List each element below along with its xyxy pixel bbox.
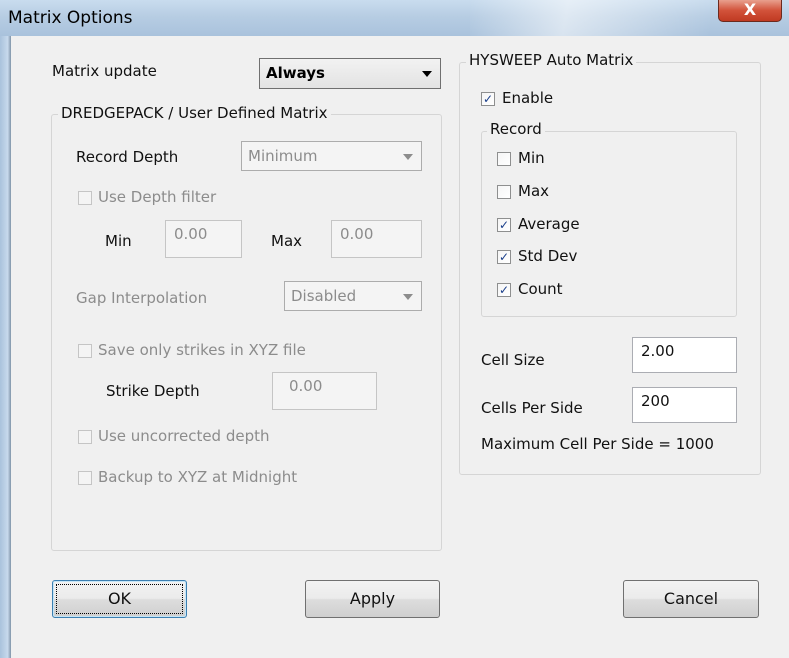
save-strikes-checkbox[interactable] <box>78 344 92 358</box>
focus-rectangle <box>56 584 183 614</box>
title-bar[interactable]: Matrix Options X <box>0 0 789 36</box>
matrix-update-value: Always <box>266 64 325 82</box>
uncorrected-depth-label: Use uncorrected depth <box>98 427 270 445</box>
enable-label: Enable <box>502 89 554 107</box>
record-max-checkbox[interactable] <box>497 185 511 199</box>
min-depth-value: 0.00 <box>174 225 208 243</box>
record-depth-value: Minimum <box>248 147 318 165</box>
record-std-dev-checkbox[interactable]: ✓ <box>497 250 511 264</box>
min-depth-input[interactable]: 0.00 <box>165 220 242 258</box>
strike-depth-value: 0.00 <box>289 377 323 395</box>
record-max-label: Max <box>518 182 550 200</box>
record-average-checkbox[interactable]: ✓ <box>497 218 511 232</box>
record-count-checkbox[interactable]: ✓ <box>497 283 511 297</box>
title-bar-glare <box>470 0 710 36</box>
auto-matrix-group-title: HYSWEEP Auto Matrix <box>466 51 637 69</box>
gap-interpolation-label: Gap Interpolation <box>76 289 208 307</box>
chevron-down-icon <box>403 294 413 300</box>
ok-button[interactable]: OK <box>52 580 187 618</box>
cell-size-input[interactable]: 2.00 <box>632 337 737 373</box>
uncorrected-depth-checkbox[interactable] <box>78 430 92 444</box>
window-title: Matrix Options <box>8 8 133 28</box>
cancel-button[interactable]: Cancel <box>623 580 759 618</box>
check-icon: ✓ <box>482 92 494 106</box>
max-cell-per-side-text: Maximum Cell Per Side = 1000 <box>481 435 714 453</box>
matrix-options-dialog: Matrix Options X Matrix update Always DR… <box>0 0 789 658</box>
backup-midnight-label: Backup to XYZ at Midnight <box>98 468 298 486</box>
enable-checkbox[interactable]: ✓ <box>481 92 495 106</box>
record-min-label: Min <box>518 149 545 167</box>
apply-button[interactable]: Apply <box>305 580 440 618</box>
cells-per-side-label: Cells Per Side <box>481 399 583 417</box>
strike-depth-label: Strike Depth <box>106 382 200 400</box>
window-left-frame <box>0 36 11 658</box>
record-group-title: Record <box>487 120 545 138</box>
record-count-label: Count <box>518 280 563 298</box>
gap-interpolation-select[interactable]: Disabled <box>284 281 422 311</box>
record-average-label: Average <box>518 215 580 233</box>
max-depth-value: 0.00 <box>340 225 374 243</box>
save-strikes-label: Save only strikes in XYZ file <box>98 341 306 359</box>
max-depth-input[interactable]: 0.00 <box>331 220 422 258</box>
check-icon: ✓ <box>498 250 510 264</box>
use-depth-filter-label: Use Depth filter <box>98 188 217 206</box>
cells-per-side-value: 200 <box>641 392 670 410</box>
close-button[interactable]: X <box>718 0 782 22</box>
cancel-button-label: Cancel <box>663 589 719 608</box>
chevron-down-icon <box>403 154 413 160</box>
matrix-update-select[interactable]: Always <box>259 58 441 89</box>
record-min-checkbox[interactable] <box>497 152 511 166</box>
check-icon: ✓ <box>498 283 510 297</box>
use-depth-filter-checkbox[interactable] <box>78 191 92 205</box>
close-icon: X <box>743 0 757 19</box>
cell-size-value: 2.00 <box>641 342 675 360</box>
strike-depth-input[interactable]: 0.00 <box>272 372 377 410</box>
min-label: Min <box>105 232 132 250</box>
backup-midnight-checkbox[interactable] <box>78 471 92 485</box>
chevron-down-icon <box>422 71 432 77</box>
check-icon: ✓ <box>498 218 510 232</box>
gap-interpolation-value: Disabled <box>291 287 357 305</box>
user-matrix-group-title: DREDGEPACK / User Defined Matrix <box>58 104 331 122</box>
record-std-dev-label: Std Dev <box>518 247 578 265</box>
cell-size-label: Cell Size <box>481 351 545 369</box>
matrix-update-label: Matrix update <box>52 62 157 80</box>
record-depth-select[interactable]: Minimum <box>241 141 422 171</box>
cells-per-side-input[interactable]: 200 <box>632 387 737 423</box>
apply-button-label: Apply <box>349 589 396 608</box>
max-label: Max <box>271 232 303 250</box>
record-depth-label: Record Depth <box>76 148 179 166</box>
